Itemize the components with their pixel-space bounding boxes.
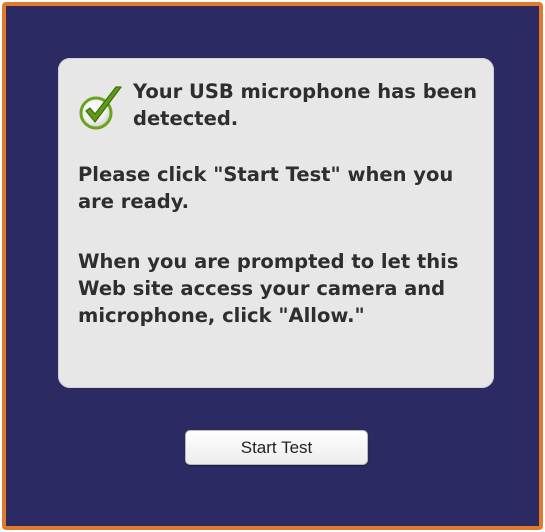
instruction-start-text: Please click "Start Test" when you are r… [78, 163, 454, 213]
instruction-allow-text: When you are prompted to let this Web si… [78, 250, 459, 327]
message-panel: Your USB microphone has been detected. P… [58, 58, 494, 388]
dialog-frame: Your USB microphone has been detected. P… [2, 2, 543, 530]
start-test-button[interactable]: Start Test [185, 430, 368, 465]
detected-message: Your USB microphone has been detected. [133, 80, 477, 130]
detection-status: Your USB microphone has been detected. [78, 78, 478, 138]
checkmark-icon [78, 81, 128, 131]
